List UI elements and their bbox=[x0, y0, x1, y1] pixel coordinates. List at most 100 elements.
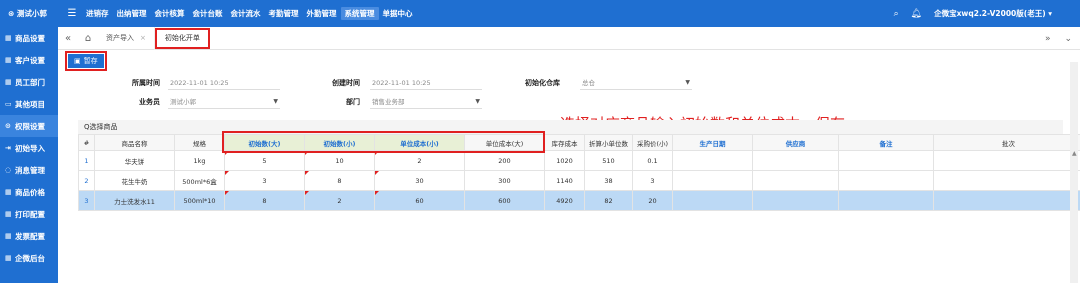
sidebar-item-label: 其他项目 bbox=[15, 99, 45, 109]
edit-marker bbox=[375, 171, 379, 175]
col-production-date: 生产日期 bbox=[672, 134, 753, 151]
brand[interactable]: ⊛ 测试小郭 bbox=[0, 8, 62, 19]
vertical-scrollbar[interactable] bbox=[1070, 62, 1078, 283]
cell-unit-cost-large[interactable]: 300 bbox=[464, 170, 545, 191]
col-stock-cost: 库存成本 bbox=[544, 134, 585, 151]
cell-production-date[interactable] bbox=[672, 150, 753, 171]
shield-icon: ⊙ bbox=[5, 122, 11, 130]
col-supplier: 供应商 bbox=[752, 134, 839, 151]
cell-remark[interactable] bbox=[838, 190, 934, 211]
cell-remark[interactable] bbox=[838, 170, 934, 191]
cell-production-date[interactable] bbox=[672, 190, 753, 211]
import-icon: ⇥ bbox=[5, 144, 11, 152]
created-field: 2022-11-01 10:25 bbox=[370, 76, 482, 90]
cell-unit-cost-large[interactable]: 200 bbox=[464, 150, 545, 171]
nav-item-documents[interactable]: 单据中心 bbox=[379, 8, 417, 19]
cell-value: 2 bbox=[417, 156, 422, 165]
nav-item-inventory[interactable]: 进销存 bbox=[82, 8, 113, 19]
company-selector[interactable]: 企微宝xwq2.2-V2000版(老王) ▾ bbox=[934, 8, 1052, 19]
col-unit-cost-small: 单位成本(小) bbox=[374, 134, 465, 151]
message-icon: ◌ bbox=[5, 166, 12, 174]
cell-value: 8 bbox=[262, 196, 267, 205]
cell-production-date[interactable] bbox=[672, 170, 753, 191]
warehouse-select[interactable]: 总仓 ▼ bbox=[580, 76, 692, 90]
nav-item-journal[interactable]: 会计流水 bbox=[227, 8, 265, 19]
sidebar-item-prices[interactable]: ▦ 商品价格 bbox=[0, 181, 58, 203]
sidebar-item-wecom[interactable]: ▦ 企微后台 bbox=[0, 247, 58, 269]
cell-batch[interactable] bbox=[933, 150, 1080, 171]
col-init-qty-small: 初始数(小) bbox=[304, 134, 375, 151]
sidebar-item-invoice[interactable]: ▦ 发票配置 bbox=[0, 225, 58, 247]
cell-supplier[interactable] bbox=[752, 150, 839, 171]
table-row[interactable]: 1 华夫饼 1kg 5 10 2 200 1020 510 0.1 bbox=[78, 150, 1080, 171]
nav-item-accounting[interactable]: 会计核算 bbox=[151, 8, 189, 19]
sidebar-item-print[interactable]: ▦ 打印配置 bbox=[0, 203, 58, 225]
collapse-icon[interactable]: « bbox=[58, 33, 78, 44]
row-index: 1 bbox=[78, 150, 95, 171]
warehouse-value: 总仓 bbox=[582, 79, 595, 87]
tab-bar: « ⌂ 资产导入 × 初始化开单 » ⌄ bbox=[58, 26, 1080, 50]
sidebar-item-label: 消息管理 bbox=[15, 165, 45, 175]
dept-select[interactable]: 销售业务部 ▼ bbox=[370, 95, 482, 109]
nav-item-attendance[interactable]: 考勤管理 bbox=[265, 8, 303, 19]
cell-supplier[interactable] bbox=[752, 170, 839, 191]
cell-init-qty-large[interactable]: 3 bbox=[224, 170, 305, 191]
nav-item-cashier[interactable]: 出纳管理 bbox=[113, 8, 151, 19]
select-products-link[interactable]: Q选择商品 bbox=[78, 120, 1063, 134]
nav-item-ledger[interactable]: 会计台账 bbox=[189, 8, 227, 19]
cell-init-qty-small[interactable]: 2 bbox=[304, 190, 375, 211]
brand-label: 测试小郭 bbox=[16, 9, 47, 18]
bell-icon[interactable]: 🔔︎ bbox=[906, 9, 926, 19]
home-icon[interactable]: ⌂ bbox=[78, 33, 98, 44]
cell-supplier[interactable] bbox=[752, 190, 839, 211]
nav-item-field[interactable]: 外勤管理 bbox=[303, 8, 341, 19]
chevron-down-icon[interactable]: ⌄ bbox=[1064, 34, 1072, 44]
sidebar-item-permissions[interactable]: ⊙ 权限设置 bbox=[0, 115, 58, 137]
menu-icon[interactable]: ☰ bbox=[62, 8, 82, 19]
edit-marker bbox=[305, 151, 309, 155]
period-field[interactable]: 2022-11-01 10:25 bbox=[168, 76, 280, 90]
cell-unit-cost-small[interactable]: 60 bbox=[374, 190, 465, 211]
cell-init-qty-small[interactable]: 10 bbox=[304, 150, 375, 171]
col-batch: 批次 bbox=[933, 134, 1080, 151]
scroll-up-icon[interactable]: ▲ bbox=[1072, 150, 1077, 157]
clerk-select[interactable]: 测试小郭 ▼ bbox=[168, 95, 280, 109]
sidebar-item-label: 打印配置 bbox=[15, 209, 45, 219]
cell-value: 8 bbox=[337, 176, 342, 185]
sidebar-item-customers[interactable]: ▦ 客户设置 bbox=[0, 49, 58, 71]
cell-batch[interactable] bbox=[933, 190, 1080, 211]
cell-unit-cost-large[interactable]: 600 bbox=[464, 190, 545, 211]
tab-init-order[interactable]: 初始化开单 bbox=[154, 27, 210, 49]
cell-unit-cost-small[interactable]: 30 bbox=[374, 170, 465, 191]
clerk-label: 业务员 bbox=[139, 98, 160, 106]
sidebar-item-products[interactable]: ▦ 商品设置 bbox=[0, 27, 58, 49]
tab-asset-import[interactable]: 资产导入 × bbox=[98, 26, 155, 50]
cell-value: 60 bbox=[415, 196, 424, 205]
close-icon[interactable]: × bbox=[140, 27, 146, 50]
cell-init-qty-large[interactable]: 5 bbox=[224, 150, 305, 171]
products-table: # 商品名称 规格 初始数(大) 初始数(小) 单位成本(小) 单位成本(大) … bbox=[78, 134, 1080, 211]
edit-marker bbox=[225, 191, 229, 195]
tag-icon: ▭ bbox=[5, 100, 12, 108]
cell-batch[interactable] bbox=[933, 170, 1080, 191]
cell-unit-cost-small[interactable]: 2 bbox=[374, 150, 465, 171]
cell-remark[interactable] bbox=[838, 150, 934, 171]
edit-marker bbox=[225, 171, 229, 175]
sidebar-item-import[interactable]: ⇥ 初始导入 bbox=[0, 137, 58, 159]
sidebar: ▦ 商品设置 ▦ 客户设置 ▦ 员工部门 ▭ 其他项目 ⊙ 权限设置 ⇥ 初始导入 ◌ 消息管… bbox=[0, 27, 58, 283]
more-tabs-icon[interactable]: » bbox=[1045, 34, 1051, 44]
sidebar-item-messages[interactable]: ◌ 消息管理 bbox=[0, 159, 58, 181]
cell-value: 30 bbox=[415, 176, 424, 185]
sidebar-item-staff[interactable]: ▦ 员工部门 bbox=[0, 71, 58, 93]
cell-value: 3 bbox=[262, 176, 267, 185]
sidebar-item-other[interactable]: ▭ 其他项目 bbox=[0, 93, 58, 115]
table-row[interactable]: 2 花生牛奶 500ml*6盒 3 8 30 300 1140 38 3 bbox=[78, 170, 1080, 191]
table-row[interactable]: 3 力士洗发水11 500ml*10 8 2 60 600 4920 82 20 bbox=[78, 190, 1080, 211]
save-button[interactable]: ▣ 暂存 bbox=[65, 51, 107, 71]
search-icon[interactable]: ⌕ bbox=[886, 9, 906, 19]
cell-init-qty-large[interactable]: 8 bbox=[224, 190, 305, 211]
cell-init-qty-small[interactable]: 8 bbox=[304, 170, 375, 191]
cell-spec: 500ml*6盒 bbox=[174, 170, 225, 191]
nav-item-system[interactable]: 系统管理 bbox=[340, 7, 379, 20]
dept-label: 部门 bbox=[346, 98, 360, 106]
